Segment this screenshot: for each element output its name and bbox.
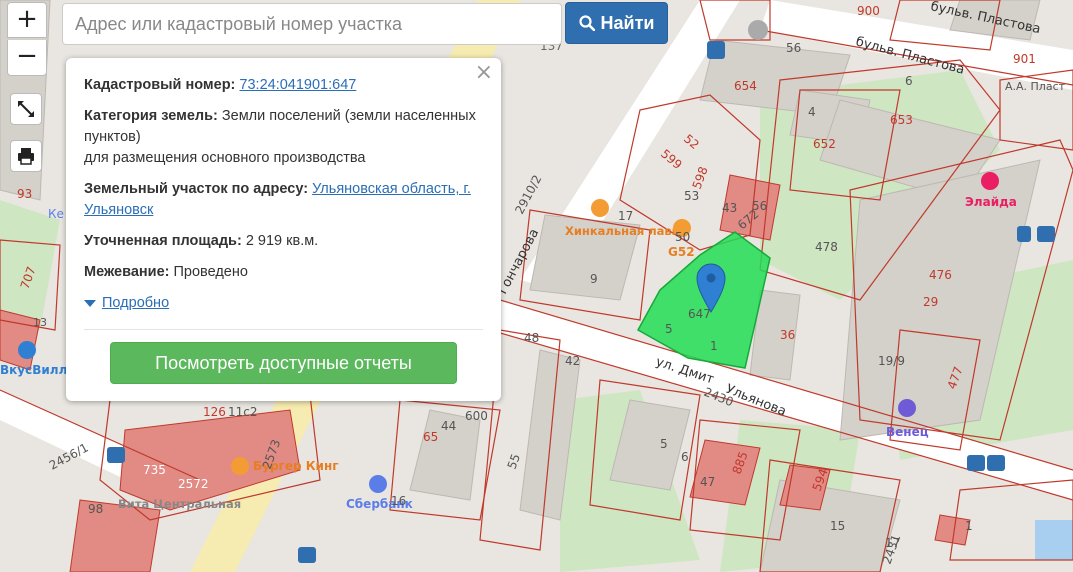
printer-icon bbox=[18, 148, 34, 165]
svg-text:900: 900 bbox=[857, 4, 880, 18]
selected-parcel-label: 647 bbox=[688, 307, 711, 321]
area-row: Уточненная площадь: 2 919 кв.м. bbox=[84, 231, 483, 252]
address-row: Земельный участок по адресу: Ульяновская… bbox=[84, 179, 483, 221]
area-label: Уточненная площадь: bbox=[84, 233, 242, 249]
svg-text:56: 56 bbox=[786, 41, 801, 55]
search-icon bbox=[578, 15, 595, 31]
view-reports-button[interactable]: Посмотреть доступные отчеты bbox=[110, 342, 457, 384]
area-value: 2 919 кв.м. bbox=[245, 233, 319, 249]
svg-text:53: 53 bbox=[684, 189, 699, 203]
bus-stop-icon bbox=[298, 547, 316, 563]
svg-text:Хинкальная лавка: Хинкальная лавка bbox=[565, 224, 687, 238]
svg-text:44: 44 bbox=[441, 419, 456, 433]
svg-text:11с2: 11с2 bbox=[228, 405, 258, 419]
svg-text:126: 126 bbox=[203, 405, 226, 419]
bus-stop-icon bbox=[1037, 226, 1055, 242]
details-toggle[interactable]: Подробно bbox=[84, 293, 483, 314]
land-category-label: Категория земель: bbox=[84, 108, 218, 124]
land-purpose-value: для размещения основного производства bbox=[84, 150, 366, 166]
svg-text:1: 1 bbox=[965, 519, 973, 533]
beauty-salon-icon bbox=[981, 172, 999, 190]
bus-stop-icon bbox=[1017, 226, 1031, 242]
cadastral-number-label: Кадастровый номер: bbox=[84, 77, 236, 93]
details-link[interactable]: Подробно bbox=[102, 293, 169, 314]
svg-text:653: 653 bbox=[890, 113, 913, 127]
survey-label: Межевание: bbox=[84, 264, 170, 280]
hotel-icon bbox=[898, 399, 916, 417]
bus-stop-icon bbox=[987, 455, 1005, 471]
bank-icon bbox=[369, 475, 387, 493]
svg-text:16: 16 bbox=[391, 494, 406, 508]
parcel-info-popup: × Кадастровый номер: 73:24:041901:647 Ка… bbox=[66, 58, 501, 401]
popup-divider bbox=[84, 329, 483, 330]
cadastral-number-link[interactable]: 73:24:041901:647 bbox=[239, 77, 356, 93]
svg-text:19/9: 19/9 bbox=[878, 354, 905, 368]
close-icon[interactable]: × bbox=[475, 62, 493, 84]
svg-text:Ке: Ке bbox=[48, 207, 64, 221]
expand-icon bbox=[18, 101, 34, 117]
bus-stop-icon bbox=[707, 41, 725, 59]
water bbox=[1035, 520, 1073, 560]
svg-text:600: 600 bbox=[465, 409, 488, 423]
svg-text:5: 5 bbox=[660, 437, 668, 451]
svg-text:98: 98 bbox=[88, 502, 103, 516]
svg-text:50: 50 bbox=[675, 230, 690, 244]
svg-text:Венец: Венец bbox=[886, 425, 929, 439]
svg-text:42: 42 bbox=[565, 354, 580, 368]
svg-text:Вита Центральная: Вита Центральная bbox=[118, 497, 241, 511]
svg-text:А.А. Пласт: А.А. Пласт bbox=[1005, 80, 1066, 93]
parking-icon bbox=[748, 20, 768, 40]
bus-stop-icon bbox=[107, 447, 125, 463]
survey-row: Межевание: Проведено bbox=[84, 262, 483, 283]
svg-text:17: 17 bbox=[885, 536, 900, 550]
shop-icon bbox=[18, 341, 36, 359]
svg-text:ВкусВилл: ВкусВилл bbox=[0, 363, 67, 377]
svg-text:G52: G52 bbox=[668, 245, 695, 259]
svg-text:56: 56 bbox=[752, 199, 767, 213]
zoom-in-button[interactable]: + bbox=[7, 2, 47, 38]
cadastral-number-row: Кадастровый номер: 73:24:041901:647 bbox=[84, 75, 483, 96]
address-label: Земельный участок по адресу: bbox=[84, 181, 309, 197]
svg-text:48: 48 bbox=[524, 331, 539, 345]
zoom-out-button[interactable]: − bbox=[7, 40, 47, 76]
land-category-row: Категория земель: Земли поселений (земли… bbox=[84, 106, 483, 169]
svg-text:735: 735 bbox=[143, 463, 166, 477]
fullscreen-button[interactable] bbox=[10, 93, 42, 125]
svg-text:4: 4 bbox=[808, 105, 816, 119]
survey-value: Проведено bbox=[173, 264, 248, 280]
svg-text:6: 6 bbox=[681, 450, 689, 464]
svg-text:476: 476 bbox=[929, 268, 952, 282]
svg-text:Элайда: Элайда bbox=[965, 195, 1017, 209]
svg-text:5: 5 bbox=[665, 322, 673, 336]
svg-text:654: 654 bbox=[734, 79, 757, 93]
svg-text:478: 478 bbox=[815, 240, 838, 254]
svg-text:2572: 2572 bbox=[178, 477, 209, 491]
svg-text:29: 29 bbox=[923, 295, 938, 309]
caret-down-icon bbox=[84, 299, 96, 307]
bus-stop-icon bbox=[967, 455, 985, 471]
print-button[interactable] bbox=[10, 140, 42, 172]
search-input[interactable] bbox=[62, 3, 562, 45]
svg-text:1: 1 bbox=[710, 339, 718, 353]
svg-text:652: 652 bbox=[813, 137, 836, 151]
svg-text:93: 93 bbox=[17, 187, 32, 201]
svg-text:9: 9 bbox=[590, 272, 598, 286]
fastfood-icon bbox=[231, 457, 249, 475]
search-button-label: Найти bbox=[600, 12, 655, 33]
svg-text:47: 47 bbox=[700, 475, 715, 489]
svg-text:43: 43 bbox=[722, 201, 737, 215]
svg-text:17: 17 bbox=[618, 209, 633, 223]
search-button[interactable]: Найти bbox=[565, 2, 668, 44]
svg-text:36: 36 bbox=[780, 328, 795, 342]
svg-text:65: 65 bbox=[423, 430, 438, 444]
svg-text:13: 13 bbox=[33, 316, 47, 329]
restaurant-icon bbox=[591, 199, 609, 217]
svg-text:6: 6 bbox=[905, 74, 913, 88]
svg-text:901: 901 bbox=[1013, 52, 1036, 66]
svg-text:15: 15 bbox=[830, 519, 845, 533]
